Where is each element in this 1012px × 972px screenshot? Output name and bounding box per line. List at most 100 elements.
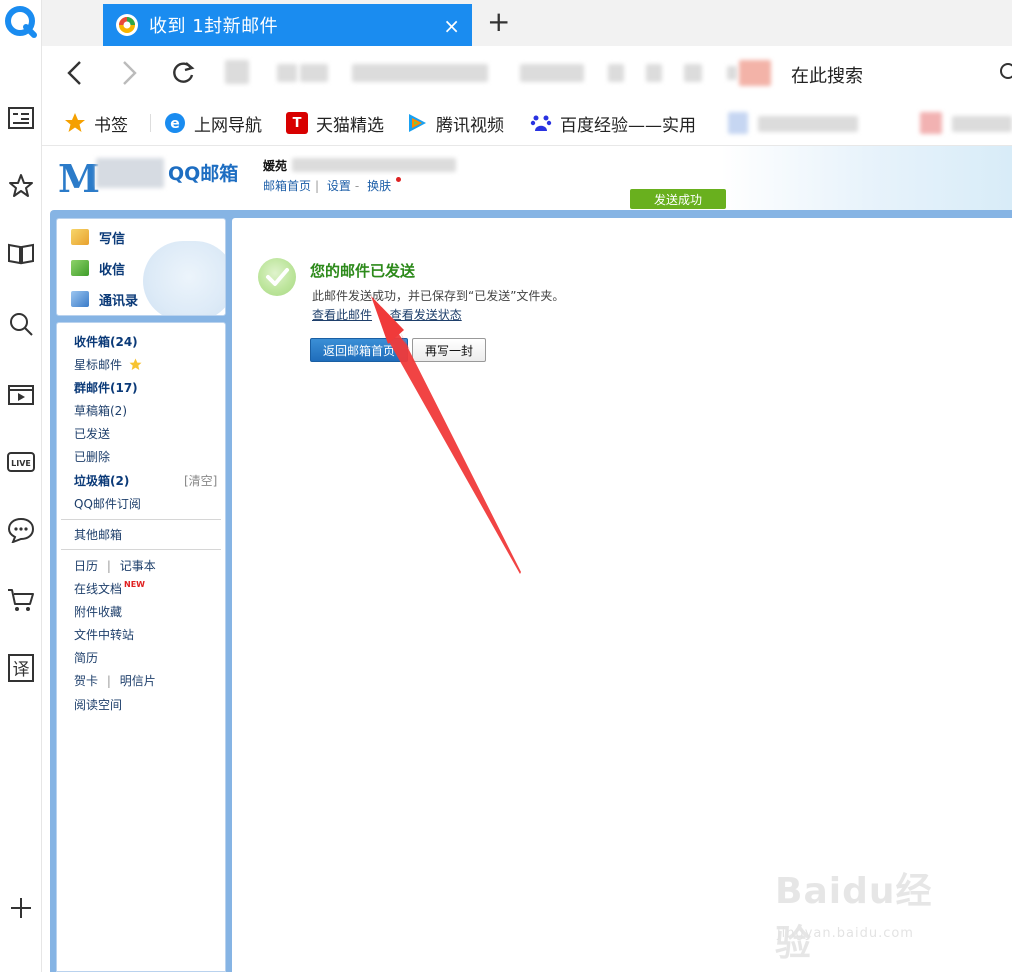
write-again-button[interactable]: 再写一封 [412,338,486,362]
divider [61,549,221,550]
skin-link[interactable]: 换肤 [367,179,391,193]
calendar-link[interactable]: 日历 [74,559,98,573]
compose-icon [71,229,89,245]
bookmark-label: 百度经验——实用 [560,115,696,136]
mail-header: M QQ邮箱 媛苑 邮箱首页 | 设置 - 换肤 发送成功 [42,146,1012,214]
browser-sidebar: LIVE 译 [0,0,42,972]
view-status-link[interactable]: 查看发送状态 [390,308,462,322]
card-row: 贺卡 | 明信片 [74,674,156,688]
bookmark-tencent-video[interactable]: 腾讯视频 [406,110,504,136]
receive-button[interactable]: 收信 [71,258,125,278]
folder-junk[interactable]: 垃圾箱(2) [74,472,129,489]
quick-actions-panel: 写信 收信 通讯录 [56,218,226,316]
folder-other[interactable]: 其他邮箱 [74,526,122,543]
header-links: 邮箱首页 | 设置 - 换肤 [263,177,405,194]
bookmark-label: 腾讯视频 [436,115,504,136]
docs-link[interactable]: 在线文档 NEW [74,580,145,597]
refresh-icon[interactable] [166,56,200,90]
baidu-icon [530,112,552,134]
forward-icon[interactable] [112,56,146,90]
search-input[interactable]: 在此搜索 [791,62,863,88]
book-icon[interactable] [0,234,42,274]
bookmark-nav[interactable]: e 上网导航 [164,110,262,136]
folder-subscribe[interactable]: QQ邮件订阅 [74,495,141,512]
favorites-star-icon[interactable] [0,166,42,206]
send-success-badge: 发送成功 [630,189,726,209]
bookmark-tmall[interactable]: T 天猫精选 [286,110,384,136]
bookmark-favorites[interactable]: 书签 [64,110,128,136]
bookmark-baidu-jingyan[interactable]: 百度经验——实用 [530,110,696,136]
sent-links: 查看此邮件 | 查看发送状态 [312,308,462,322]
clear-junk-link[interactable]: [清空] [184,472,217,489]
new-tab-icon[interactable]: + [487,8,510,36]
search-engine-icon[interactable] [739,60,771,86]
tmall-icon: T [286,112,308,134]
address-bar: 在此搜索 [42,46,1012,100]
penguin-icon [143,241,225,315]
return-home-button[interactable]: 返回邮箱首页 [310,338,408,362]
contacts-button[interactable]: 通讯录 [71,289,138,309]
postcard-link[interactable]: 明信片 [120,674,156,688]
reading-link[interactable]: 阅读空间 [74,696,122,713]
qq-browser-logo-icon[interactable] [0,2,42,42]
baidu-watermark: Baidu经验 jingyan.baidu.com [775,862,965,964]
transfer-link[interactable]: 文件中转站 [74,626,134,643]
view-mail-link[interactable]: 查看此邮件 [312,308,372,322]
compose-button[interactable]: 写信 [71,227,125,247]
watermark-url: jingyan.baidu.com [777,926,914,941]
tab-active[interactable]: 收到 1封新邮件 × [103,4,472,46]
folder-sent[interactable]: 已发送 [74,425,110,442]
notification-dot [396,177,402,182]
video-icon[interactable] [0,374,42,414]
svg-text:e: e [170,116,180,132]
receive-icon [71,260,89,276]
calendar-notes-row: 日历 | 记事本 [74,559,156,573]
tencent-video-icon [406,112,428,134]
news-icon[interactable] [0,98,42,138]
tab-title: 收到 1封新邮件 [149,16,279,37]
live-icon[interactable]: LIVE [0,442,42,482]
folder-list: 收件箱(24) 星标邮件 群邮件(17) 草稿箱(2) 已发送 已删除 垃圾箱(… [56,322,226,972]
ie-icon: e [164,112,186,134]
svg-text:译: 译 [13,660,30,680]
svg-text:LIVE: LIVE [11,459,31,468]
folder-group[interactable]: 群邮件(17) [74,379,138,396]
back-icon[interactable] [58,56,92,90]
main-content: 您的邮件已发送 此邮件发送成功，并已保存到“已发送”文件夹。 查看此邮件 | 查… [232,218,1012,972]
translate-icon[interactable]: 译 [0,648,42,688]
resume-link[interactable]: 简历 [74,649,98,666]
add-icon[interactable] [0,888,42,928]
bookmark-label: 上网导航 [194,115,262,136]
folder-starred[interactable]: 星标邮件 [74,356,142,373]
mail-home-link[interactable]: 邮箱首页 [263,179,311,193]
sent-title: 您的邮件已发送 [310,262,416,280]
sent-description: 此邮件发送成功，并已保存到“已发送”文件夹。 [312,289,565,303]
mail-logo-icon[interactable]: M [58,156,100,201]
contacts-icon [71,291,89,307]
watermark-brand: Baidu经验 [775,871,933,964]
new-badge: NEW [124,580,145,589]
settings-link[interactable]: 设置 [327,179,351,193]
notes-link[interactable]: 记事本 [120,559,156,573]
tab-favicon-icon [115,13,139,41]
search-icon[interactable] [0,304,42,344]
tab-close-icon[interactable]: × [443,14,460,38]
bookmarks-bar: 书签 e 上网导航 T 天猫精选 腾讯视频 百度经验——实用 [42,100,1012,146]
cart-icon[interactable] [0,580,42,620]
tab-strip: 收到 1封新邮件 × + [42,0,1012,46]
star-icon [129,358,142,370]
mail-logo-text[interactable]: QQ邮箱 [168,159,238,186]
search-icon[interactable] [998,62,1012,86]
folder-inbox[interactable]: 收件箱(24) [74,333,138,350]
user-name: 媛苑 [263,159,288,173]
chat-icon[interactable] [0,510,42,550]
star-icon [64,112,86,134]
folder-deleted[interactable]: 已删除 [74,448,110,465]
attachments-link[interactable]: 附件收藏 [74,603,122,620]
card-link[interactable]: 贺卡 [74,674,98,688]
divider [61,519,221,520]
bookmark-label: 书签 [94,115,128,136]
success-check-icon [258,258,296,296]
folder-drafts[interactable]: 草稿箱(2) [74,402,127,419]
bookmark-label: 天猫精选 [316,115,384,136]
